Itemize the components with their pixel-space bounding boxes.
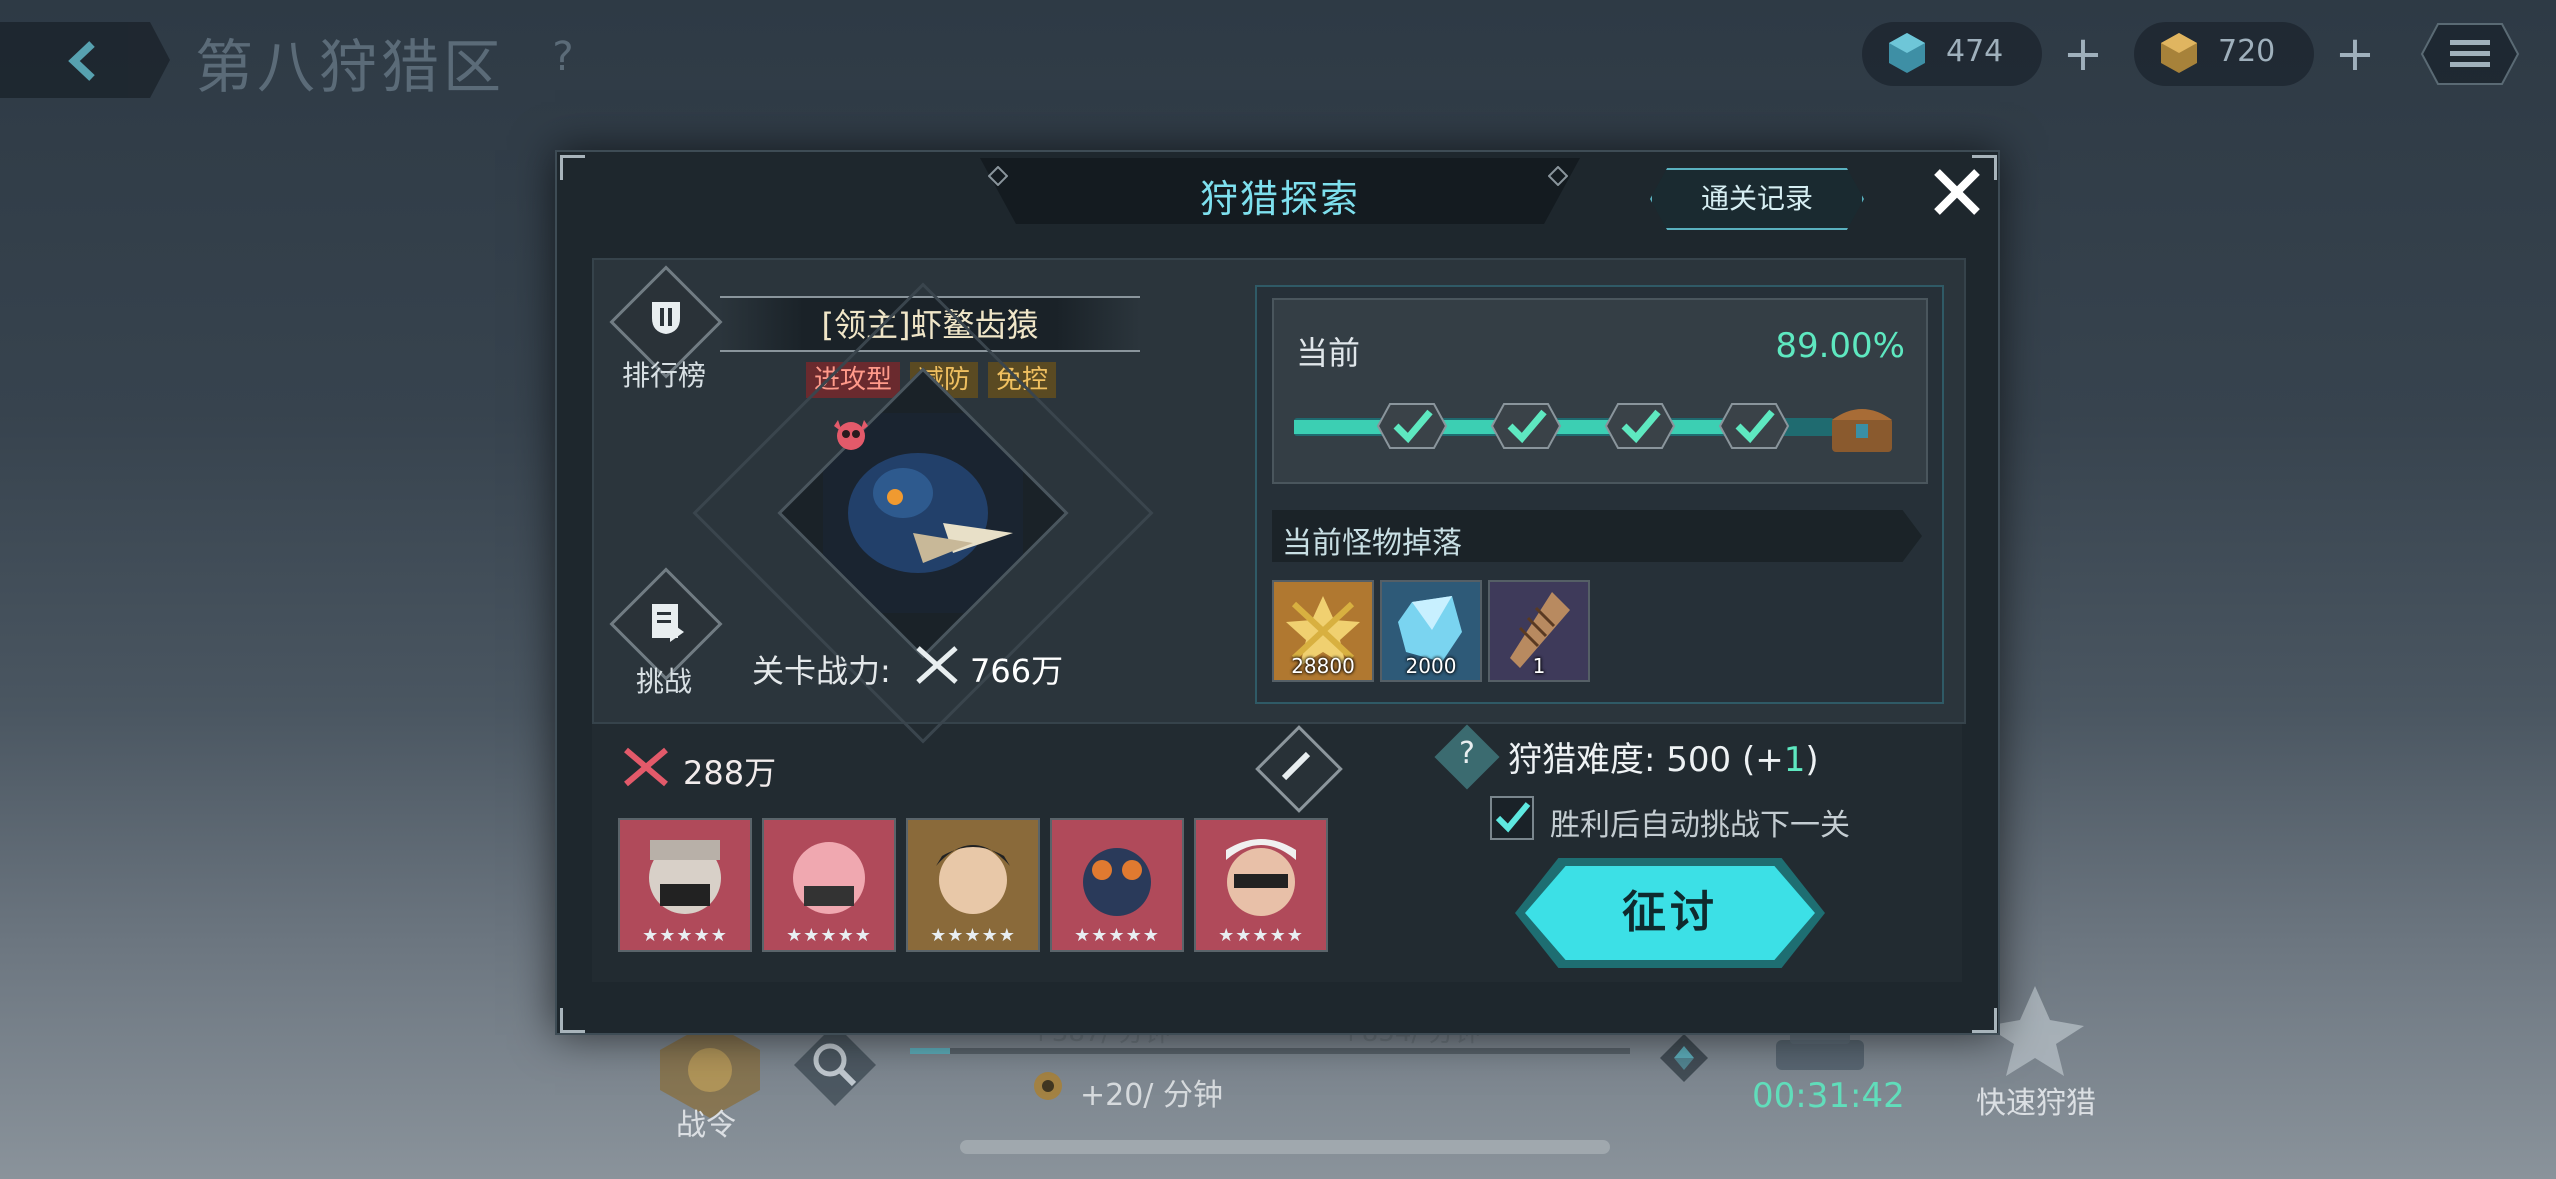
resource-1-value: 474 <box>1946 34 2004 69</box>
hero-slot[interactable]: ★★★★★ <box>1194 818 1328 952</box>
gear-token-icon <box>1034 1072 1062 1100</box>
hero-stars: ★★★★★ <box>1218 925 1304 946</box>
hero-slot[interactable]: ★★★★★ <box>906 818 1040 952</box>
team-power-value: 288万 <box>683 754 777 792</box>
pencil-icon <box>1281 751 1311 781</box>
current-label: 当前 <box>1296 334 1361 372</box>
resource-2-value: 720 <box>2218 34 2276 69</box>
attack-button[interactable]: 征讨 <box>1525 866 1815 960</box>
battle-pass-label: 战令 <box>676 1108 736 1143</box>
drop-qty: 1 <box>1532 654 1546 678</box>
treasure-chest-icon[interactable] <box>1826 396 1898 456</box>
drop-qty: 2000 <box>1405 654 1457 678</box>
hero-stars: ★★★★★ <box>930 925 1016 946</box>
checkpoint-done-icon <box>1718 403 1790 449</box>
hero-stars: ★★★★★ <box>1074 925 1160 946</box>
auto-next-checkbox[interactable] <box>1490 796 1534 840</box>
home-indicator <box>960 1140 1610 1154</box>
top-bar: 第八狩猎区 ? 474 + 720 + <box>0 0 2556 110</box>
drop-title: 当前怪物掉落 <box>1282 526 1462 561</box>
corner-decor <box>560 1008 585 1033</box>
current-percent: 89.00% <box>1775 326 1905 366</box>
zone-title: 第八狩猎区 <box>195 33 506 101</box>
dialog-title: 狩猎探索 <box>1199 177 1360 221</box>
challenge-label: 挑战 <box>636 665 693 698</box>
challenge-flag-icon <box>652 604 684 642</box>
auto-next-label: 胜利后自动挑战下一关 <box>1550 808 1850 843</box>
hud-progress-fill <box>910 1048 950 1054</box>
checkpoint-done-icon <box>1604 403 1676 449</box>
hero-slot[interactable]: ★★★★★ <box>618 818 752 952</box>
gold-cube-icon <box>2161 33 2197 73</box>
back-button[interactable] <box>0 22 170 98</box>
blue-cube-icon <box>1889 33 1925 73</box>
checkpoint-done-icon <box>1376 403 1448 449</box>
crossed-swords-icon <box>916 646 958 684</box>
back-arrow-icon <box>68 41 95 81</box>
expand-icon[interactable] <box>1656 1030 1712 1086</box>
drop-item[interactable]: 2000 <box>1380 580 1482 682</box>
hero-stars: ★★★★★ <box>786 925 872 946</box>
difficulty-label: 狩猎难度: 500 (+ <box>1508 740 1784 780</box>
difficulty-increment: 1 <box>1783 740 1806 780</box>
corner-decor <box>1972 1008 1997 1033</box>
menu-button[interactable] <box>2420 20 2520 88</box>
quick-hunt-label: 快速狩猎 <box>1976 1086 2096 1121</box>
boss-skull-icon <box>834 420 868 450</box>
drop-item[interactable]: 1 <box>1488 580 1590 682</box>
leaderboard-label: 排行榜 <box>622 359 707 392</box>
help-icon: ? <box>1459 736 1475 771</box>
stage-power-label: 关卡战力: <box>752 652 891 690</box>
drop-qty: 28800 <box>1291 654 1355 678</box>
add-resource-1-button[interactable]: + <box>2056 28 2110 82</box>
hero-slot[interactable]: ★★★★★ <box>1050 818 1184 952</box>
hero-slot[interactable]: ★★★★★ <box>762 818 896 952</box>
add-resource-2-button[interactable]: + <box>2328 28 2382 82</box>
drop-item[interactable]: 28800 <box>1272 580 1374 682</box>
checkmark-icon <box>1495 802 1531 833</box>
difficulty-text: 狩猎难度: 500 (+1) <box>1508 732 1819 781</box>
clear-record-button[interactable]: 通关记录 <box>1650 168 1864 230</box>
team-power-icon <box>624 747 668 787</box>
rate-3: +20/ 分钟 <box>1080 1078 1223 1113</box>
hero-stars: ★★★★★ <box>642 925 728 946</box>
stage-power-value: 766万 <box>970 652 1064 690</box>
quick-hunt-timer: 00:31:42 <box>1752 1076 1905 1116</box>
hud-progress-track <box>910 1048 1630 1054</box>
checkpoint-done-icon <box>1490 403 1562 449</box>
close-icon[interactable] <box>1925 160 1989 224</box>
trophy-icon <box>652 302 680 334</box>
corner-decor <box>560 155 585 180</box>
difficulty-close-paren: ) <box>1805 740 1819 780</box>
help-icon[interactable]: ? <box>540 34 586 80</box>
